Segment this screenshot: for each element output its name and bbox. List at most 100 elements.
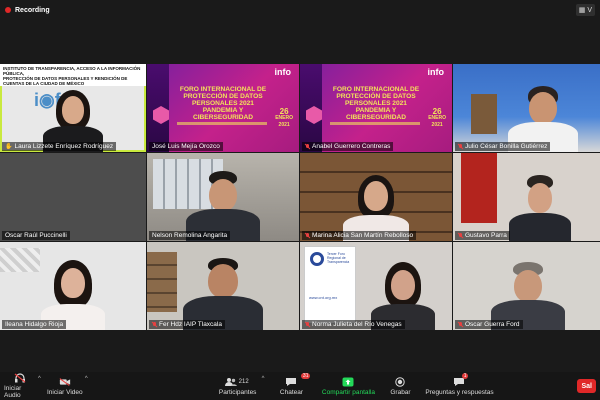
participant-name-label: Norma Julieta del Río Venegas xyxy=(302,320,405,329)
grid-view-icon: ▦ xyxy=(578,7,586,14)
mic-muted-icon xyxy=(305,321,310,328)
video-tile-6[interactable]: Nelson Remolina Angarita xyxy=(147,153,299,241)
slide-logo: info xyxy=(274,67,292,77)
participant-name-label: Ileana Hidalgo Rioja xyxy=(2,320,67,329)
leave-label: Sal xyxy=(581,382,592,390)
video-tile-8[interactable]: Gustavo Parra xyxy=(453,153,600,241)
video-tile-9[interactable]: Ileana Hidalgo Rioja xyxy=(0,242,146,330)
wall-decor-background xyxy=(0,248,40,272)
slide-month: ENERO xyxy=(275,115,293,121)
banner-line-1: INSTITUTO DE TRANSPARENCIA, ACCESO A LA … xyxy=(3,66,141,76)
slide-subline xyxy=(330,122,420,125)
participant-name-label: Oscar Guerra Ford xyxy=(455,320,523,329)
participant-name: Oscar Raúl Puccinelli xyxy=(5,232,67,239)
poster-title: Tercer Foro Regional de Transparencia xyxy=(327,252,350,264)
video-tile-7[interactable]: Marina Alicia San Martín Rebolloso xyxy=(300,153,452,241)
slide-subline xyxy=(177,122,267,125)
slide-year: 2021 xyxy=(278,122,290,128)
institution-banner: INSTITUTO DE TRANSPARENCIA, ACCESO A LA … xyxy=(0,64,146,86)
audio-options-chevron-icon[interactable]: ^ xyxy=(38,376,41,382)
chat-button[interactable]: 31 Chatear xyxy=(274,373,311,399)
participant-video xyxy=(186,167,260,241)
participant-name: Ileana Hidalgo Rioja xyxy=(5,321,64,328)
forum-slide: info FORO INTERNACIONAL DE PROTECCIÓN DE… xyxy=(147,64,299,152)
view-button[interactable]: ▦ V xyxy=(575,4,595,16)
chat-bubble-icon xyxy=(285,377,297,387)
video-tile-4[interactable]: Julio César Bonilla Gutiérrez xyxy=(453,64,600,152)
video-options-chevron-icon[interactable]: ^ xyxy=(85,376,88,382)
participant-video xyxy=(183,256,263,330)
video-tile-10[interactable]: Fer Hdz IAIP Tlaxcala xyxy=(147,242,299,330)
video-tile-3[interactable]: info FORO INTERNACIONAL DE PROTECCIÓN DE… xyxy=(300,64,452,152)
start-audio-label: Iniciar Audio xyxy=(4,385,22,399)
mic-muted-icon xyxy=(305,143,310,150)
participant-name: Marina Alicia San Martín Rebolloso xyxy=(312,232,414,239)
participant-name: Oscar Guerra Ford xyxy=(465,321,520,328)
meeting-toolbar: Iniciar Audio ^ Iniciar Video ^ 212 Part… xyxy=(0,372,600,400)
slide-logo: info xyxy=(427,67,445,77)
slide-year: 2021 xyxy=(431,122,443,128)
participants-chevron-icon[interactable]: ^ xyxy=(262,376,265,382)
record-label: Grabar xyxy=(390,388,411,396)
participant-name: José Luis Mejía Orozco xyxy=(152,143,220,150)
bookcase-background xyxy=(147,252,177,312)
participant-name: Gustavo Parra xyxy=(465,232,507,239)
qa-badge: 1 xyxy=(461,373,469,379)
participants-count: 212 xyxy=(238,378,249,385)
participants-button[interactable]: 212 Participantes xyxy=(216,373,260,399)
participant-name-label: Nelson Remolina Angarita xyxy=(149,231,231,240)
poster-logo-icon xyxy=(310,252,324,266)
video-tile-5[interactable]: Oscar Raúl Puccinelli xyxy=(0,153,146,241)
share-screen-icon xyxy=(342,377,354,387)
participant-name-label: Fer Hdz IAIP Tlaxcala xyxy=(149,320,225,329)
mic-muted-icon xyxy=(458,232,463,239)
participant-name-label: Gustavo Parra xyxy=(455,231,510,240)
slide-date: 26 ENERO 2021 xyxy=(275,108,293,129)
view-label: V xyxy=(587,6,592,14)
participant-name: Laura Lizzete Enríquez Rodríguez xyxy=(14,143,114,150)
video-camera-off-icon xyxy=(59,377,71,387)
top-bar: Recording ▦ V xyxy=(0,0,600,20)
participant-name-label: José Luis Mejía Orozco xyxy=(149,142,223,151)
event-poster: Tercer Foro Regional de Transparencia ww… xyxy=(304,246,356,324)
participant-name: Anabel Guerrero Contreras xyxy=(312,143,391,150)
participant-name: Norma Julieta del Río Venegas xyxy=(312,321,402,328)
record-button[interactable]: Grabar xyxy=(386,373,414,399)
video-tile-11[interactable]: Tercer Foro Regional de Transparencia ww… xyxy=(300,242,452,330)
participant-name-label: Julio César Bonilla Gutiérrez xyxy=(455,142,551,151)
participant-name-label: Anabel Guerrero Contreras xyxy=(302,142,394,151)
video-tile-2[interactable]: info FORO INTERNACIONAL DE PROTECCIÓN DE… xyxy=(147,64,299,152)
bookshelf-background xyxy=(471,94,497,134)
recording-dot-icon xyxy=(5,7,11,13)
poster-url: www.cnt.org.mx xyxy=(309,295,338,300)
banner-line-2: PROTECCIÓN DE DATOS PERSONALES Y RENDICI… xyxy=(3,76,128,86)
mic-muted-icon xyxy=(458,321,463,328)
share-screen-button[interactable]: Compartir pantalla xyxy=(318,373,378,399)
video-tile-1[interactable]: INSTITUTO DE TRANSPARENCIA, ACCESO A LA … xyxy=(0,64,146,152)
recording-indicator[interactable]: Recording xyxy=(5,7,50,14)
start-audio-button[interactable]: Iniciar Audio xyxy=(4,373,36,399)
qa-button[interactable]: 1 Preguntas y respuestas xyxy=(424,373,494,399)
share-screen-label: Compartir pantalla xyxy=(321,388,376,396)
headphones-icon xyxy=(14,373,26,383)
record-icon xyxy=(394,376,406,387)
mic-muted-icon xyxy=(152,321,157,328)
participant-name: Fer Hdz IAIP Tlaxcala xyxy=(159,321,222,328)
chat-badge: 31 xyxy=(300,373,311,379)
slide-title: FORO INTERNACIONAL DE PROTECCIÓN DE DATO… xyxy=(332,86,420,121)
video-tile-12[interactable]: Oscar Guerra Ford xyxy=(453,242,600,330)
qa-label: Preguntas y respuestas xyxy=(425,388,494,396)
start-video-label: Iniciar Video xyxy=(47,388,83,396)
participant-name: Nelson Remolina Angarita xyxy=(152,232,228,239)
mic-muted-icon xyxy=(458,143,463,150)
chat-label: Chatear xyxy=(279,388,304,396)
participant-video xyxy=(509,173,571,241)
pin-icon: ✋ xyxy=(5,144,13,150)
forum-slide: info FORO INTERNACIONAL DE PROTECCIÓN DE… xyxy=(300,64,452,152)
participant-name-label: Marina Alicia San Martín Rebolloso xyxy=(302,231,417,240)
cabinet-background xyxy=(461,153,497,223)
participant-name-label: ✋ Laura Lizzete Enríquez Rodríguez xyxy=(2,142,117,151)
leave-button[interactable]: Sal xyxy=(577,379,596,393)
start-video-button[interactable]: Iniciar Video xyxy=(47,373,83,399)
participants-label: Participantes xyxy=(218,388,257,396)
